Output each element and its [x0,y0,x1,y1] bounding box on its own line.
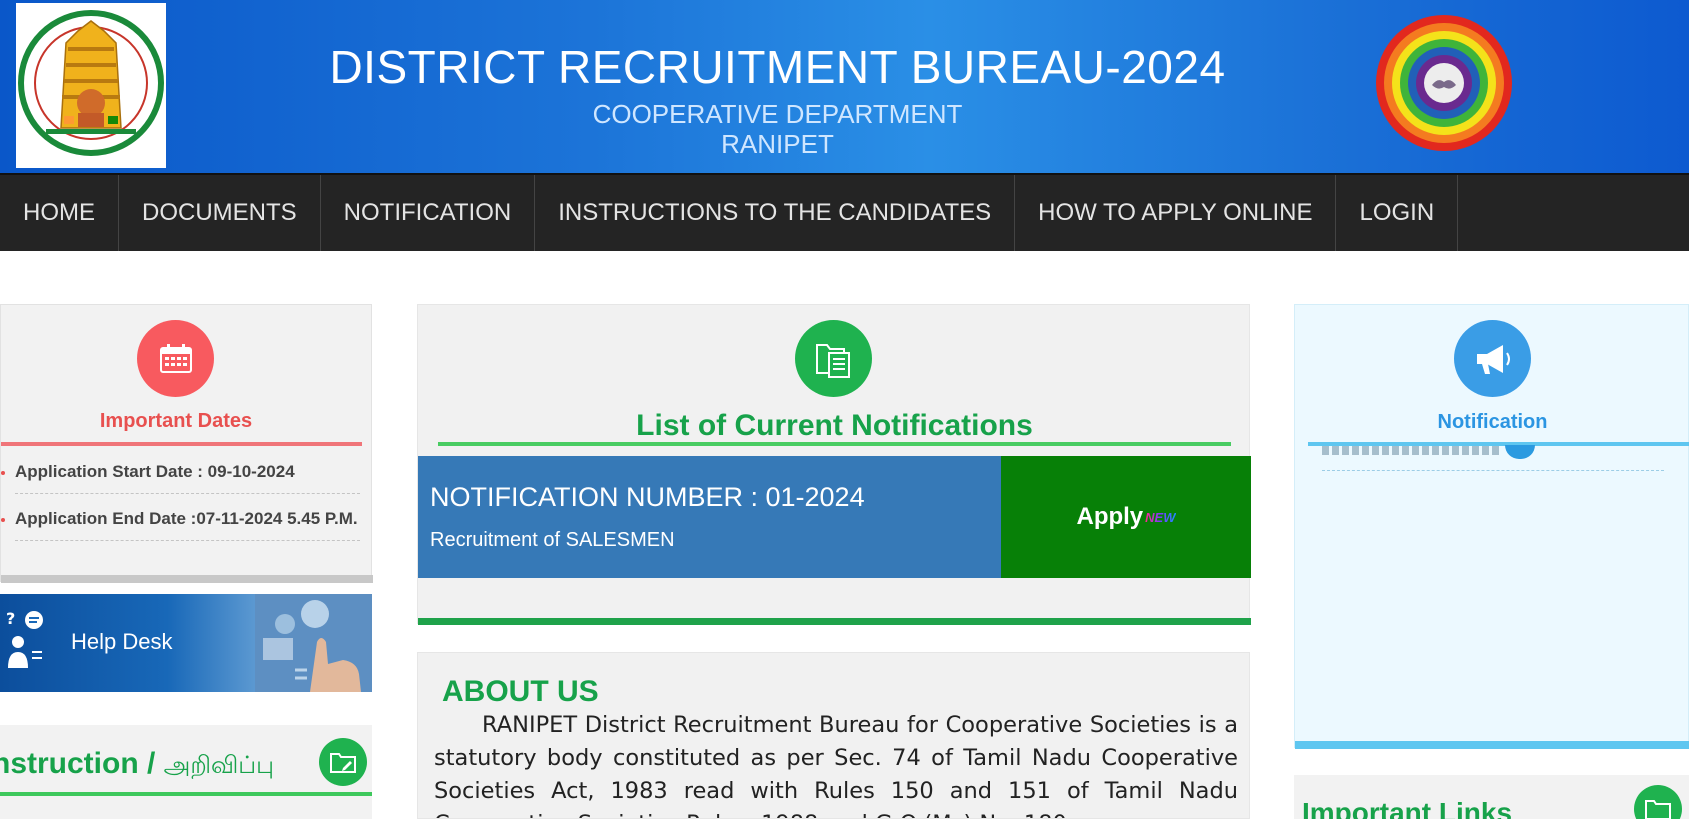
current-notifications-heading: List of Current Notifications [636,409,1033,442]
important-links-heading: Important Links [1302,797,1513,819]
documents-icon [795,320,872,397]
nav-documents[interactable]: DOCUMENTS [119,175,321,251]
divider [1,442,362,446]
nav-login[interactable]: LOGIN [1336,175,1459,251]
help-desk-label: Help Desk [71,629,173,654]
notification-description: Recruitment of SALESMEN [430,529,675,551]
department-subtitle: COOPERATIVE DEPARTMENT [592,99,963,129]
scrolling-ticker-text[interactable] [1322,446,1502,455]
date-text: Application End Date :07-11-2024 5.45 P.… [15,509,358,528]
divider [438,442,1231,446]
nav-how-to-apply[interactable]: HOW TO APPLY ONLINE [1015,175,1337,251]
divider [1322,470,1664,471]
notification-heading: Notification [1437,411,1548,433]
main-navigation: HOME DOCUMENTS NOTIFICATION INSTRUCTIONS… [0,173,1689,251]
folder-icon [319,738,367,786]
bullet-icon [1,518,5,522]
svg-text:?: ? [6,609,15,628]
divider [418,618,1251,625]
about-us-panel: ABOUT US RANIPET District Recruitment Bu… [417,652,1250,819]
new-badge: NEW [1145,509,1176,525]
site-title: DISTRICT RECRUITMENT BUREAU-2024 [329,41,1226,93]
list-item: Application Start Date : 09-10-2024 [1,459,360,494]
current-notifications-panel: List of Current Notifications NOTIFICATI… [417,304,1251,625]
instruction-panel: nstruction / அறிவிப்பு [0,725,372,819]
help-desk-icon: ? [6,609,43,668]
touchscreen-hand-image [255,594,372,692]
notification-row: NOTIFICATION NUMBER : 01-2024 Recruitmen… [418,456,1251,578]
bullet-icon [1,471,5,475]
notification-info: NOTIFICATION NUMBER : 01-2024 Recruitmen… [418,456,1001,578]
notification-panel: Notification [1294,304,1689,749]
nav-instructions[interactable]: INSTRUCTIONS TO THE CANDIDATES [535,175,1016,251]
divider [1,575,373,583]
calendar-icon [137,320,214,397]
apply-label: Apply [1076,503,1144,530]
apply-button[interactable]: Apply NEW [1001,456,1251,578]
nav-home[interactable]: HOME [0,175,119,251]
instruction-title-en: nstruction / [0,747,164,780]
nav-notification[interactable]: NOTIFICATION [321,175,536,251]
notification-number: NOTIFICATION NUMBER : 01-2024 [430,482,865,512]
instruction-title-ta: அறிவிப்பு [163,752,275,779]
important-links-panel: Important Links [1294,775,1689,819]
page: DISTRICT RECRUITMENT BUREAU-2024 COOPERA… [0,0,1689,819]
about-us-text: RANIPET District Recruitment Bureau for … [434,712,1238,818]
instruction-heading[interactable]: nstruction / அறிவிப்பு [0,747,274,782]
divider [1295,741,1689,749]
megaphone-icon [1454,320,1531,397]
help-desk-banner[interactable]: ? Help Desk [0,594,372,692]
date-text: Application Start Date : 09-10-2024 [15,462,295,481]
cooperative-rainbow-logo [1375,14,1513,152]
site-header: DISTRICT RECRUITMENT BUREAU-2024 COOPERA… [0,0,1689,173]
about-us-heading: ABOUT US [442,675,599,708]
district-subtitle: RANIPET [721,129,834,159]
folder-icon [1634,785,1682,819]
divider [0,792,372,796]
important-dates-panel: Important Dates Application Start Date :… [0,304,373,583]
list-item: Application End Date :07-11-2024 5.45 P.… [1,506,360,541]
important-dates-heading: Important Dates [99,410,253,432]
new-badge-icon [1505,445,1535,459]
